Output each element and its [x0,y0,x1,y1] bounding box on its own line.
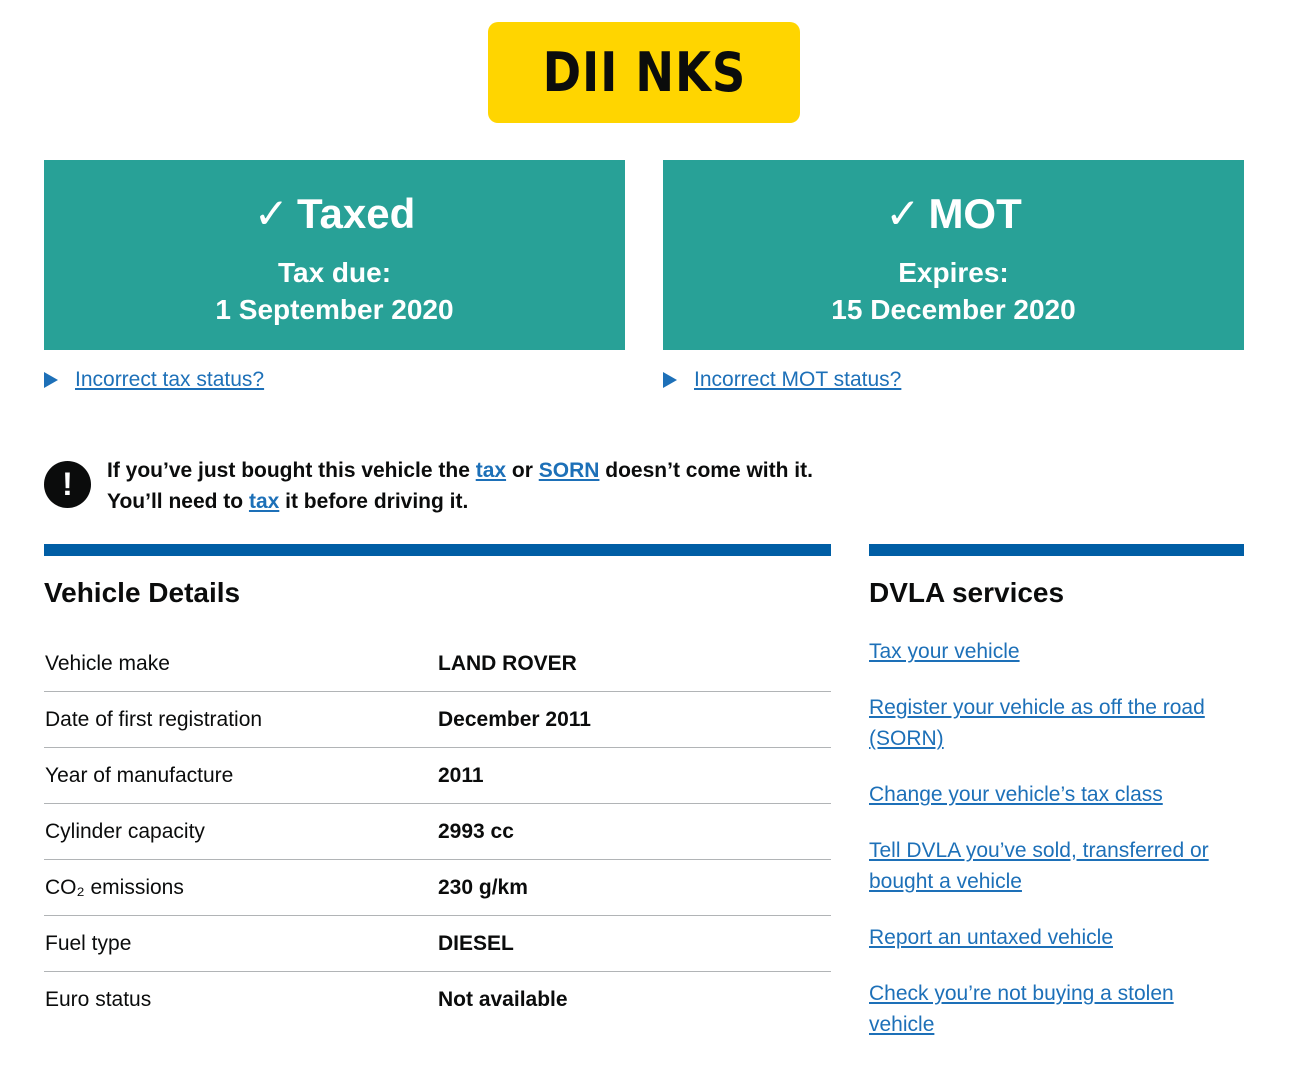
incorrect-mot-status-link[interactable]: Incorrect MOT status? [694,368,901,392]
mot-expires-label: Expires: [898,257,1009,288]
mot-expiry-date: 15 December 2020 [831,294,1076,325]
table-row: Fuel type DIESEL [44,916,831,972]
mot-status-label: MOT [928,190,1022,237]
tell-dvla-sold-link[interactable]: Tell DVLA you’ve sold, transferred or bo… [869,835,1244,897]
vehicle-details-divider [44,544,831,556]
mot-status-title: ✓ MOT [663,190,1244,238]
tax-status-label: Taxed [296,190,416,237]
table-row: CO₂ emissions 230 g/km [44,860,831,916]
dvla-services-heading: DVLA services [869,577,1065,608]
euro-status-value: Not available [438,987,568,1011]
sorn-link[interactable]: SORN [539,459,600,482]
vehicle-make-label: Vehicle make [45,651,170,675]
vehicle-details-heading: Vehicle Details [44,577,241,608]
registration-plate: DII NKS [488,22,800,123]
warning-text: If you’ve just bought this vehicle the t… [107,455,837,517]
tax-due-date: 1 September 2020 [215,294,454,325]
tax-status-panel: ✓ Taxed Tax due: 1 September 2020 [44,160,625,350]
incorrect-tax-status-toggle[interactable]: Incorrect tax status? [44,368,264,392]
co2-emissions-value: 230 g/km [438,875,528,899]
vehicle-make-value: LAND ROVER [438,651,577,675]
cylinder-capacity-value: 2993 cc [438,819,514,843]
tax-due-label: Tax due: [277,257,392,288]
tax-link-2[interactable]: tax [249,490,279,513]
table-row: Euro status Not available [44,972,831,1028]
first-registration-label: Date of first registration [45,707,263,731]
check-icon: ✓ [253,190,289,237]
incorrect-mot-status-toggle[interactable]: Incorrect MOT status? [663,368,901,392]
warning-text-part: or [506,459,539,482]
co2-emissions-label: CO₂ emissions [45,875,184,899]
dvla-services-divider [869,544,1244,556]
tax-status-title: ✓ Taxed [44,190,625,238]
warning-text-part: it before driving it. [279,490,469,513]
change-tax-class-link[interactable]: Change your vehicle’s tax class [869,779,1244,810]
check-icon: ✓ [885,190,921,237]
table-row: Date of first registration December 2011 [44,692,831,748]
incorrect-tax-status-link[interactable]: Incorrect tax status? [75,368,264,392]
registration-number: DII NKS [542,41,746,104]
fuel-type-label: Fuel type [45,931,132,955]
triangle-right-icon [663,372,677,388]
check-stolen-vehicle-link[interactable]: Check you’re not buying a stolen vehicle [869,978,1244,1040]
table-row: Cylinder capacity 2993 cc [44,804,831,860]
warning-text-part: If you’ve just bought this vehicle the [107,459,476,482]
fuel-type-value: DIESEL [438,931,514,955]
register-sorn-link[interactable]: Register your vehicle as off the road (S… [869,692,1244,754]
exclamation-icon: ! [44,461,91,508]
first-registration-value: December 2011 [438,707,591,731]
year-of-manufacture-value: 2011 [438,763,484,787]
table-row: Year of manufacture 2011 [44,748,831,804]
triangle-right-icon [44,372,58,388]
vehicle-details-table: Vehicle make LAND ROVER Date of first re… [44,636,831,1027]
tax-link[interactable]: tax [476,459,506,482]
year-of-manufacture-label: Year of manufacture [45,763,234,787]
warning-notice: ! If you’ve just bought this vehicle the… [44,455,844,517]
report-untaxed-vehicle-link[interactable]: Report an untaxed vehicle [869,922,1244,953]
euro-status-label: Euro status [45,987,152,1011]
mot-status-panel: ✓ MOT Expires: 15 December 2020 [663,160,1244,350]
cylinder-capacity-label: Cylinder capacity [45,819,205,843]
dvla-services-list: Tax your vehicle Register your vehicle a… [869,636,1244,1065]
tax-your-vehicle-link[interactable]: Tax your vehicle [869,636,1244,667]
table-row: Vehicle make LAND ROVER [44,636,831,692]
